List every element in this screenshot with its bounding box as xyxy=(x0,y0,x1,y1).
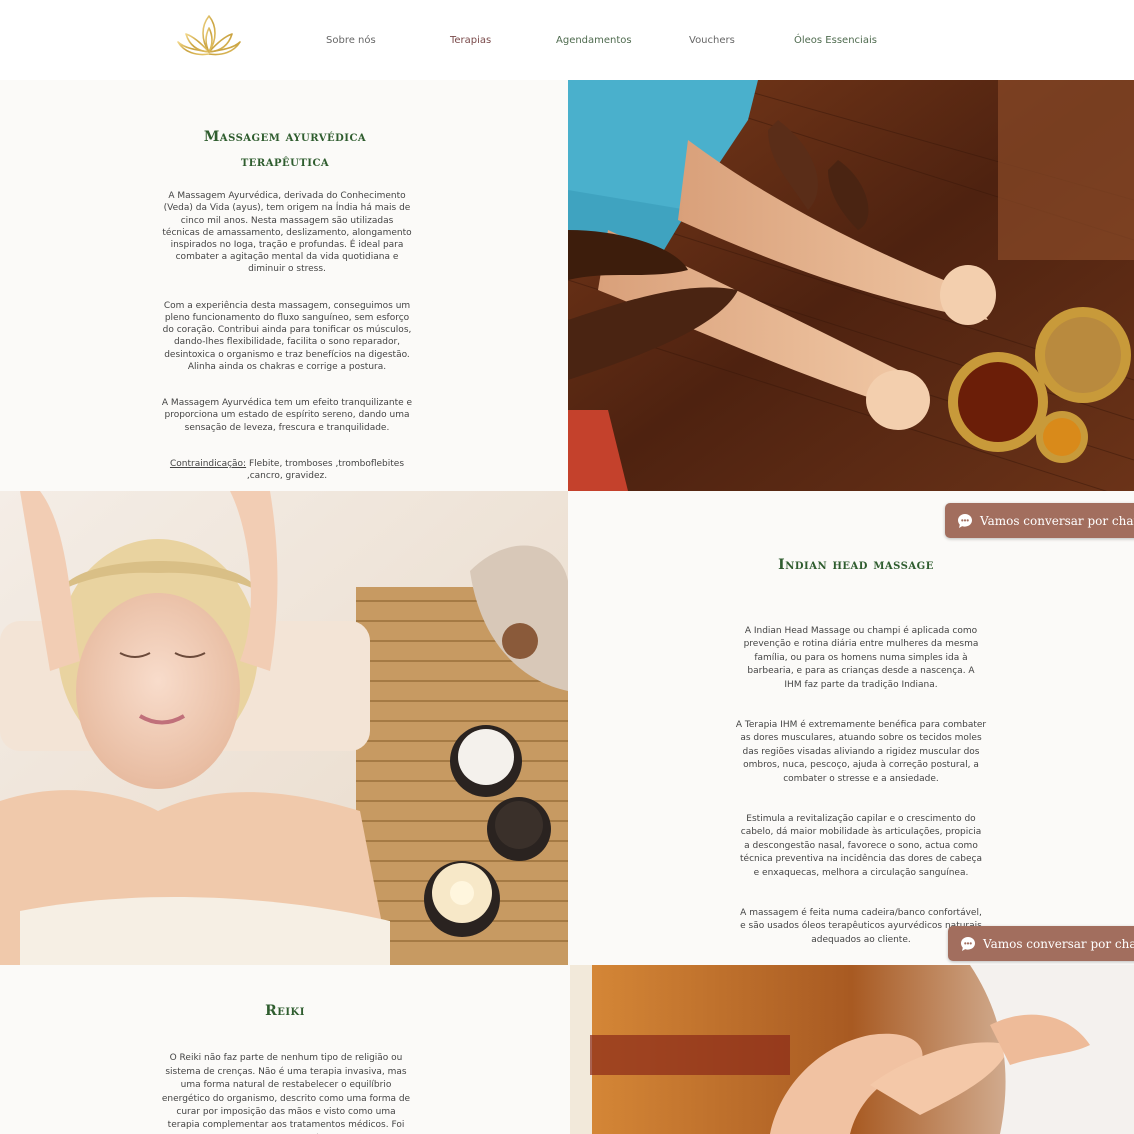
chat-button-secondary[interactable]: Vamos conversar por chat xyxy=(948,926,1134,961)
reiki-title: Reiki xyxy=(265,1003,305,1019)
ayurvedic-paragraph-3: A Massagem Ayurvédica tem um efeito tran… xyxy=(161,398,413,433)
ayurvedic-description: A Massagem Ayurvédica, derivada do Conhe… xyxy=(145,178,429,491)
nav-vouchers[interactable]: Vouchers xyxy=(689,35,735,46)
nav-oleos-essenciais[interactable]: Óleos Essenciais xyxy=(794,35,877,46)
ayurvedic-section: Massagem ayurvédica terapêutica A Massag… xyxy=(0,80,568,491)
chat-bubble-icon xyxy=(958,513,972,528)
chat-button[interactable]: Vamos conversar por chat xyxy=(945,503,1134,538)
ayurvedic-contraindication: Contraindicação: Flebite, tromboses ,tro… xyxy=(145,458,429,482)
reiki-description: O Reiki não faz parte de nenhum tipo de … xyxy=(140,1039,432,1134)
ayurvedic-title-line2: terapêutica xyxy=(240,154,330,170)
indian-head-massage-title: Indian head massage xyxy=(778,557,934,573)
reiki-section: Reiki O Reiki não faz parte de nenhum ti… xyxy=(0,965,570,1134)
chat-bubble-icon xyxy=(961,936,975,951)
contraindication-label: Contraindicação: xyxy=(169,459,247,470)
head-massage-photo xyxy=(0,491,568,965)
nav-terapias[interactable]: Terapias xyxy=(450,35,491,46)
reiki-paragraph-1: O Reiki não faz parte de nenhum tipo de … xyxy=(161,1053,411,1134)
ayurvedic-title-line1: Massagem ayurvédica xyxy=(203,129,367,145)
indian-head-massage-description: A Indian Head Massage ou champi é aplica… xyxy=(716,611,1006,965)
head-massage-photo-illustration xyxy=(0,491,568,965)
ayurvedic-title: Massagem ayurvédica terapêutica xyxy=(140,125,430,175)
reiki-photo-illustration xyxy=(570,965,1134,1134)
reiki-photo xyxy=(570,965,1134,1134)
ayurvedic-photo-illustration xyxy=(568,80,1134,491)
ayurvedic-massage-photo xyxy=(568,80,1134,491)
indian-paragraph-3: Estimula a revitalização capilar e o cre… xyxy=(740,813,982,878)
nav-agendamentos[interactable]: Agendamentos xyxy=(556,35,632,46)
site-header: Sobre nós Terapias Agendamentos Vouchers… xyxy=(0,0,1134,80)
indian-paragraph-2: A Terapia IHM é extremamente benéfica pa… xyxy=(735,719,987,784)
indian-paragraph-1: A Indian Head Massage ou champi é aplica… xyxy=(743,625,979,690)
contraindication-text: Flebite, tromboses ,tromboflebites ,canc… xyxy=(246,459,405,482)
ayurvedic-paragraph-2: Com a experiência desta massagem, conseg… xyxy=(162,300,412,372)
lotus-icon[interactable] xyxy=(176,12,242,60)
nav-sobre-nos[interactable]: Sobre nós xyxy=(326,35,376,46)
indian-head-massage-section: Indian head massage A Indian Head Massag… xyxy=(568,491,1134,965)
chat-button-label: Vamos conversar por chat xyxy=(983,936,1134,951)
chat-button-label: Vamos conversar por chat xyxy=(980,513,1134,528)
ayurvedic-paragraph-1: A Massagem Ayurvédica, derivada do Conhe… xyxy=(162,191,412,275)
